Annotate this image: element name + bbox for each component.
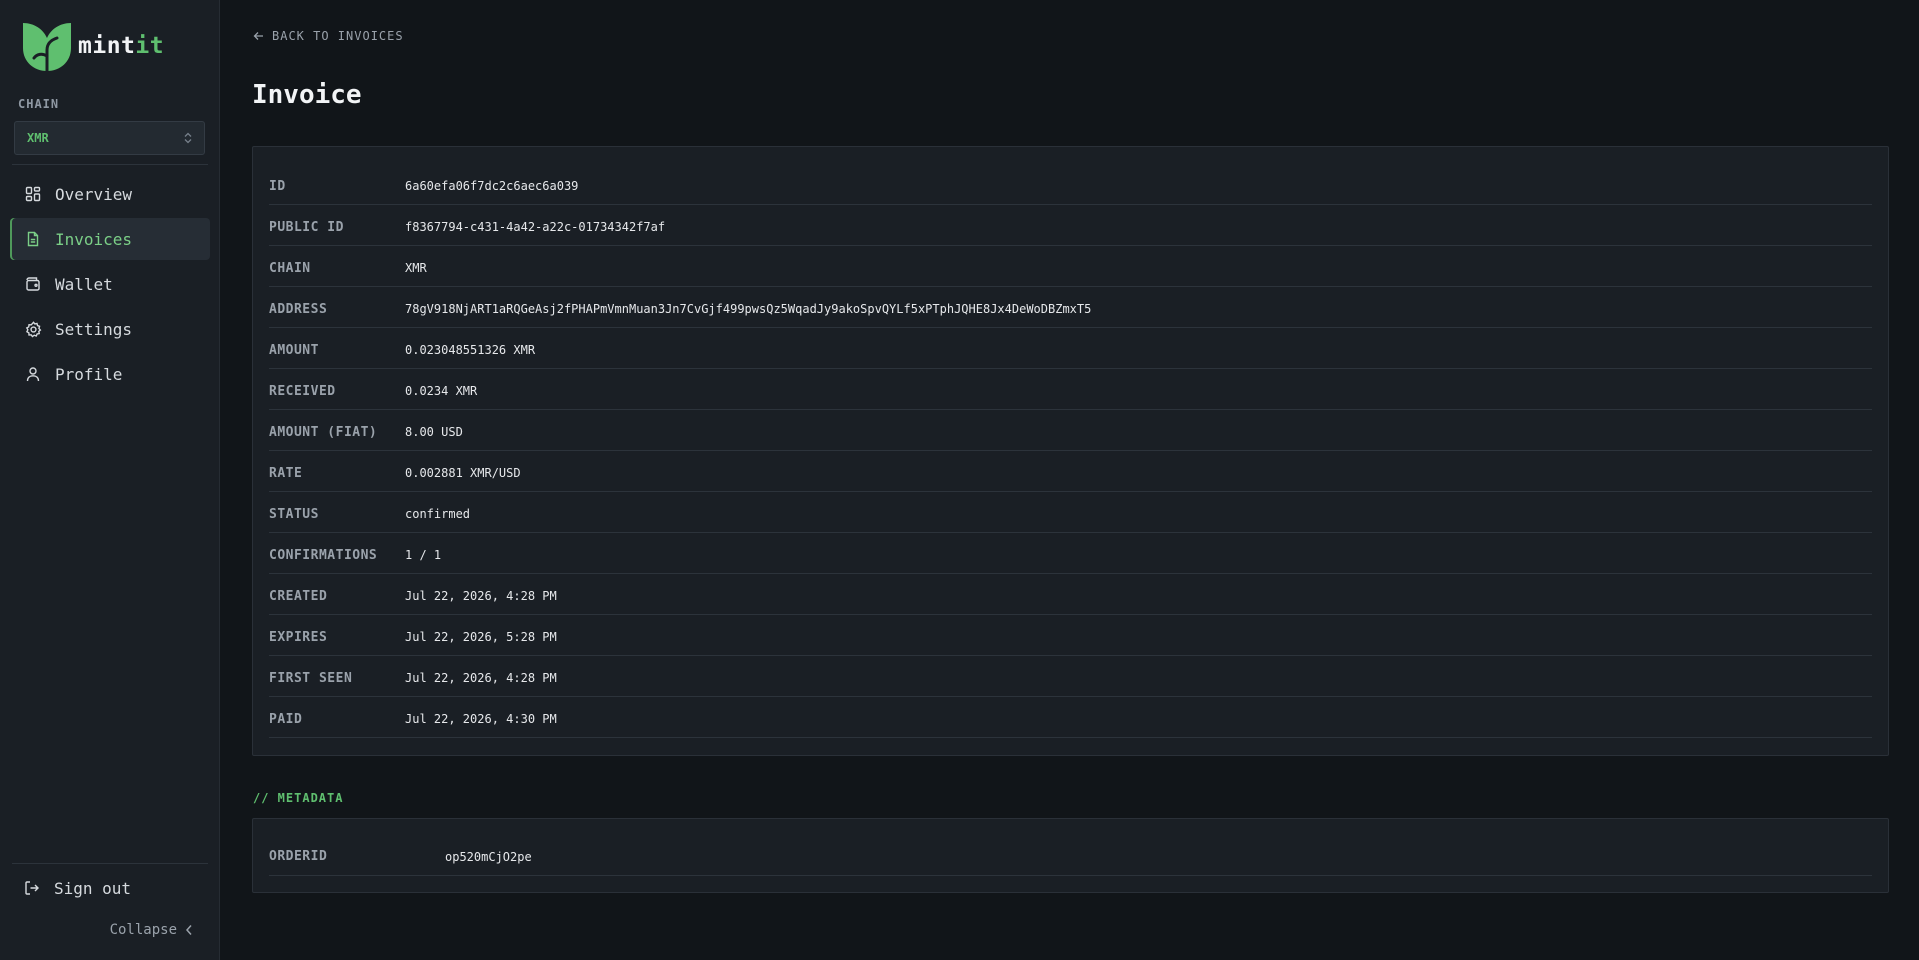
back-to-invoices-link[interactable]: BACK TO INVOICES	[253, 29, 404, 43]
detail-value: 0.002881 XMR/USD	[405, 465, 521, 480]
detail-row-chain: CHAIN XMR	[269, 246, 1872, 287]
detail-row-public-id: PUBLIC ID f8367794-c431-4a42-a22c-0173434…	[269, 205, 1872, 246]
detail-row-status: STATUS confirmed	[269, 492, 1872, 533]
sidebar-item-profile[interactable]: Profile	[10, 353, 210, 395]
grid-icon	[24, 185, 42, 203]
detail-row-id: ID 6a60efa06f7dc2c6aec6a039	[269, 164, 1872, 205]
chevron-updown-icon	[184, 132, 192, 144]
sidebar-divider	[12, 164, 208, 165]
detail-value: 78gV918NjART1aRQGeAsj2fPHAPmVmnMuan3Jn7C…	[405, 301, 1092, 316]
metadata-row-orderid: ORDERID op520mCjO2pe	[269, 819, 1872, 876]
sidebar-item-settings[interactable]: Settings	[10, 308, 210, 350]
detail-key: EXPIRES	[269, 630, 328, 645]
detail-key: CHAIN	[269, 261, 311, 276]
user-icon	[24, 365, 42, 383]
page-title: Invoice	[252, 80, 362, 110]
detail-value: XMR	[405, 260, 427, 275]
sign-out-button[interactable]: Sign out	[24, 879, 131, 898]
detail-key: FIRST SEEN	[269, 671, 353, 686]
detail-key: ID	[269, 179, 286, 194]
collapse-button[interactable]: Collapse	[110, 922, 193, 938]
chevron-left-icon	[185, 924, 193, 936]
brand-name: mintit	[78, 33, 165, 59]
detail-row-amount: AMOUNT 0.023048551326 XMR	[269, 328, 1872, 369]
detail-row-paid: PAID Jul 22, 2026, 4:30 PM	[269, 697, 1872, 738]
leaf-logo-icon	[20, 20, 74, 72]
sidebar: mintit CHAIN XMR Overview Invoices Walle…	[0, 0, 220, 960]
gear-icon	[24, 320, 42, 338]
detail-value: 1 / 1	[405, 547, 442, 562]
detail-row-confirmations: CONFIRMATIONS 1 / 1	[269, 533, 1872, 574]
detail-row-expires: EXPIRES Jul 22, 2026, 5:28 PM	[269, 615, 1872, 656]
detail-row-rate: RATE 0.002881 XMR/USD	[269, 451, 1872, 492]
chain-select[interactable]: XMR	[14, 121, 205, 155]
detail-value: Jul 22, 2026, 4:28 PM	[405, 670, 557, 685]
logo[interactable]: mintit	[20, 20, 164, 72]
detail-value: 0.0234 XMR	[405, 383, 478, 398]
detail-value: f8367794-c431-4a42-a22c-01734342f7af	[405, 219, 666, 234]
detail-value: 6a60efa06f7dc2c6aec6a039	[405, 178, 579, 193]
sidebar-item-label: Wallet	[55, 274, 113, 294]
detail-key: AMOUNT	[269, 343, 319, 358]
arrow-left-icon	[253, 31, 264, 41]
chain-label: CHAIN	[18, 97, 60, 111]
detail-key: CONFIRMATIONS	[269, 548, 378, 563]
sign-out-label: Sign out	[54, 879, 132, 898]
detail-value: 0.023048551326 XMR	[405, 342, 536, 357]
detail-value: Jul 22, 2026, 4:28 PM	[405, 588, 557, 603]
detail-key: ADDRESS	[269, 302, 328, 317]
detail-key: PAID	[269, 712, 303, 727]
invoice-details-card: ID 6a60efa06f7dc2c6aec6a039 PUBLIC ID f836…	[252, 146, 1889, 756]
detail-row-received: RECEIVED 0.0234 XMR	[269, 369, 1872, 410]
detail-key: PUBLIC ID	[269, 220, 344, 235]
wallet-icon	[24, 275, 42, 293]
sidebar-item-wallet[interactable]: Wallet	[10, 263, 210, 305]
detail-value: confirmed	[405, 506, 471, 521]
detail-key: AMOUNT (FIAT)	[269, 425, 378, 440]
detail-row-amount-fiat: AMOUNT (FIAT) 8.00 USD	[269, 410, 1872, 451]
sidebar-item-label: Settings	[55, 319, 133, 339]
detail-row-address: ADDRESS 78gV918NjART1aRQGeAsj2fPHAPmVmnMu…	[269, 287, 1872, 328]
metadata-card: ORDERID op520mCjO2pe	[252, 818, 1889, 893]
logout-icon	[24, 880, 42, 898]
detail-key: STATUS	[269, 507, 319, 522]
sidebar-item-label: Overview	[55, 184, 133, 204]
back-link-label: BACK TO INVOICES	[272, 29, 404, 43]
detail-row-first-seen: FIRST SEEN Jul 22, 2026, 4:28 PM	[269, 656, 1872, 697]
sidebar-item-label: Invoices	[55, 229, 133, 249]
sidebar-item-invoices[interactable]: Invoices	[10, 218, 210, 260]
detail-key: CREATED	[269, 589, 328, 604]
detail-key: RECEIVED	[269, 384, 336, 399]
detail-value: Jul 22, 2026, 5:28 PM	[405, 629, 557, 644]
metadata-key: ORDERID	[269, 849, 328, 864]
detail-key: RATE	[269, 466, 303, 481]
sidebar-bottom-divider	[12, 863, 208, 864]
sidebar-nav: Overview Invoices Wallet Settings Profil…	[10, 173, 210, 398]
sidebar-item-overview[interactable]: Overview	[10, 173, 210, 215]
collapse-label: Collapse	[109, 922, 177, 938]
sidebar-item-label: Profile	[55, 364, 123, 384]
metadata-heading: // METADATA	[253, 791, 344, 805]
detail-value: Jul 22, 2026, 4:30 PM	[405, 711, 557, 726]
chain-select-value: XMR	[27, 131, 49, 145]
metadata-value: op520mCjO2pe	[445, 850, 532, 864]
detail-row-created: CREATED Jul 22, 2026, 4:28 PM	[269, 574, 1872, 615]
detail-value: 8.00 USD	[405, 424, 463, 439]
document-icon	[24, 230, 42, 248]
